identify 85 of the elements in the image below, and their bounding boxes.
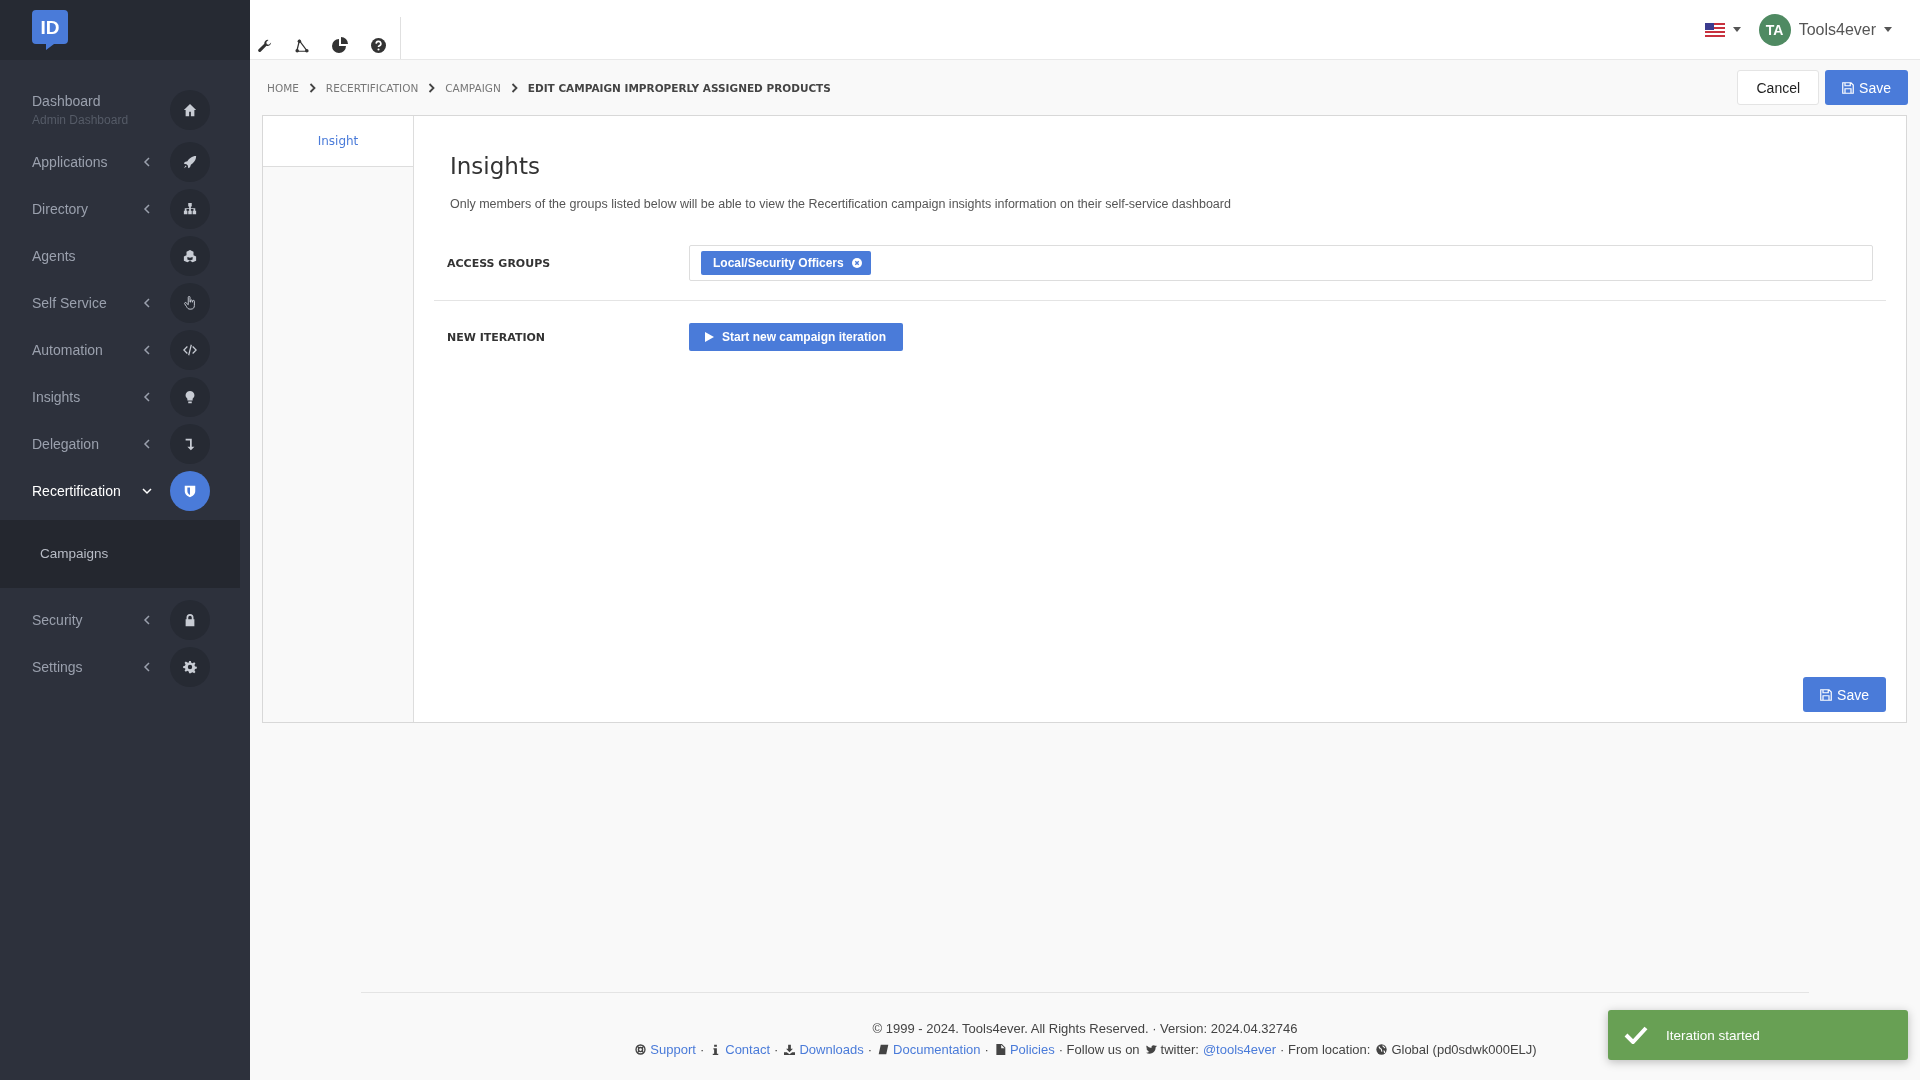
separator-dot: · [867,1042,873,1057]
flag-icon [1704,22,1725,37]
remove-icon[interactable] [851,258,862,268]
sidebar-item-label: Security [32,611,84,628]
sidebar-item[interactable]: Self Service [0,279,250,326]
bulb-icon [170,376,210,417]
footer-link[interactable]: Downloads [799,1042,864,1057]
footer-link[interactable]: Support [650,1042,696,1057]
shield-icon [170,470,210,511]
separator-dot: · [699,1042,705,1057]
sidebar-item[interactable]: Security [0,596,250,643]
footer-link[interactable]: Documentation [893,1042,981,1057]
file-icon [994,1044,1006,1055]
breadcrumb-current: EDIT CAMPAIGN IMPROPERLY ASSIGNED PRODUCTS [527,81,831,94]
footer-text: · From location: [1280,1042,1371,1057]
breadcrumb-link[interactable]: CAMPAIGN [445,81,501,94]
tab[interactable]: Insight [263,116,414,167]
help-icon[interactable] [371,38,386,53]
footer-text: Global (pd0sdwk000ELJ) [1391,1042,1537,1057]
separator-dot: · [774,1042,779,1057]
avatar: TA [1758,13,1791,46]
caret-icon [1732,27,1741,32]
footer-text: · Follow us on [1058,1042,1140,1057]
pie-chart-icon[interactable] [332,37,348,53]
submenu-item[interactable]: Campaigns [0,528,240,580]
sidebar-item-label: Automation [32,341,104,358]
sidebar-item[interactable]: Automation [0,326,250,373]
download-icon [784,1044,796,1055]
chevron-right-icon [428,82,436,93]
sidebar-item-label: Recertification [32,482,122,499]
breadcrumb-link[interactable]: RECERTIFICATION [325,81,419,94]
save-button[interactable]: Save [1825,70,1908,105]
wrench-icon[interactable] [258,39,272,53]
cancel-button[interactable]: Cancel [1737,70,1820,105]
sidebar-item-label: Self Service [32,294,108,311]
play-icon [705,332,714,342]
start-iteration-button[interactable]: Start new campaign iteration [689,323,904,351]
section-description: Only members of the groups listed below will be able to view the Recertification campaign insights information on their self-service dashboard [450,197,1232,211]
code-icon [170,329,210,370]
separator-dot: · [984,1042,989,1057]
sidebar-item[interactable]: Applications [0,138,250,185]
chevron-right-icon [308,82,316,93]
chevron-right-icon [510,82,518,93]
sidebar-item[interactable]: Insights [0,373,250,420]
footer-link[interactable]: Policies [1009,1042,1055,1057]
gear-icon [170,646,210,687]
sidebar-item[interactable]: Recertification [0,467,250,514]
sidebar-item-label: Insights [32,388,82,405]
caret-icon [1884,27,1892,32]
footer-link[interactable]: Contact [725,1042,771,1057]
breadcrumb-link[interactable]: HOME [267,81,299,94]
language-dropdown[interactable] [1704,22,1741,37]
tag-input-field[interactable]: Local/Security Officers [689,245,1873,281]
toast-message: Iteration started [1666,1027,1760,1043]
logo[interactable]: ID [32,10,68,50]
user-menu[interactable]: TA Tools4ever [1758,13,1892,46]
section-title: Insights [450,153,541,179]
sidebar-item[interactable]: Settings [0,643,250,690]
sidebar-item[interactable]: Agents [0,232,250,279]
sidebar-item-label: Dashboard [32,93,102,109]
lifebuoy-icon [635,1044,647,1055]
triangle-nodes-icon[interactable] [295,39,309,53]
sidebar-item[interactable]: Delegation [0,420,250,467]
footer-link[interactable]: @tools4ever [1202,1042,1277,1057]
footer-text: twitter: [1160,1042,1199,1057]
home-icon [170,90,210,130]
sidebar-item-label: Agents [32,247,77,264]
save-button[interactable]: Save [1803,677,1886,712]
checkmark-icon [1624,1026,1648,1044]
floppy-icon [1820,688,1833,701]
rocket-icon [170,141,210,182]
sitemap-icon [170,188,210,229]
copyright-text: © 1999 - 2024. Tools4ever. All Rights Reserved. · Version: 2024.04.32746 [872,1021,1298,1036]
field-label: NEW ITERATION [447,330,547,344]
sidebar-item[interactable]: Directory [0,185,250,232]
floppy-icon [1842,81,1855,94]
lock-icon [170,599,210,640]
twitter-icon [1145,1044,1157,1055]
field-label: ACCESS GROUPS [447,256,552,270]
sidebar-item-label: Settings [32,658,84,675]
sidebar-item-label: Directory [32,200,89,217]
hand-icon [170,282,210,323]
sidebar-item-label: Delegation [32,435,100,452]
sidebar-item-label: Applications [32,153,109,170]
group-tag: Local/Security Officers [701,251,871,275]
